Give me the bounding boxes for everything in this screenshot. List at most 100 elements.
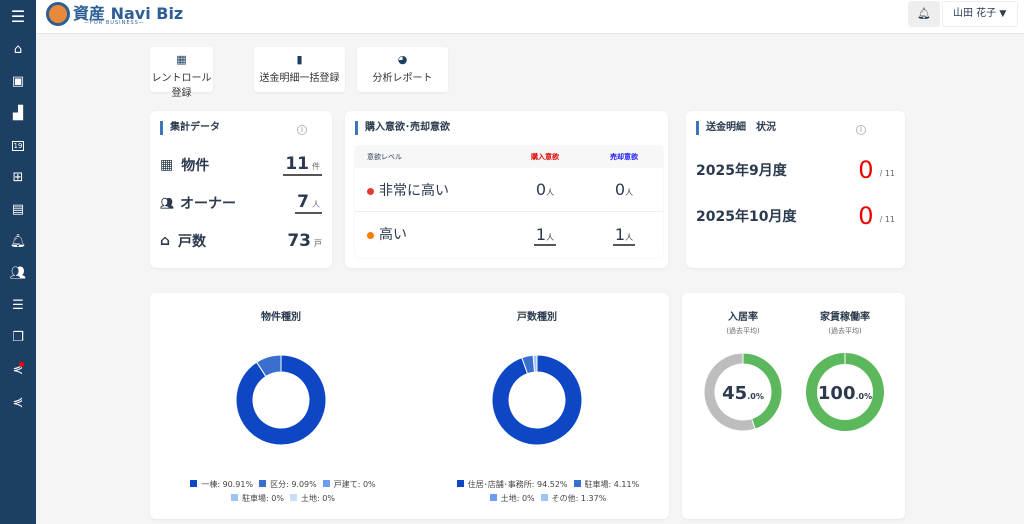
buy-count: 0 — [535, 180, 547, 199]
intent-card: 購入意欲･売却意欲 意欲レベル 購入意欲 売却意欲 非常に高い 0人 0人 高い… — [345, 111, 668, 268]
sell-count-link[interactable]: 1人 — [612, 224, 636, 246]
sidebar: ☰ ⌂ ▣ ▟ 19 ⊞ ▤ 🔔︎ 👥︎ ☰ ❐ ⋞ ⋞ — [0, 0, 36, 524]
period-label: 2025年9月度 — [696, 163, 787, 179]
remittance-status-card: 送金明細 状況 i 2025年9月度 0 / 11 2025年10月度 0 / 11 — [686, 111, 905, 268]
chart-title: 入居率 — [728, 312, 758, 323]
button-label: 分析レポート — [372, 73, 433, 84]
remit-total: / 11 — [879, 214, 895, 224]
legend-label: 一棟: 90.91% — [201, 480, 254, 489]
legend-label: 駐車場: 4.11% — [584, 480, 640, 489]
users-icon: 👥︎ — [160, 196, 174, 210]
bulk-remittance-register-button[interactable]: ▮ 送金明細一括登録 — [254, 47, 345, 92]
card-title: 購入意欲･売却意欲 — [355, 121, 450, 135]
message-icon[interactable]: ☰ — [0, 298, 36, 314]
intent-table: 意欲レベル 購入意欲 売却意欲 非常に高い 0人 0人 高い 1人 1人 — [355, 146, 663, 258]
legend-item[interactable]: その他: 1.37% — [535, 494, 607, 503]
buy-count-link[interactable]: 1人 — [533, 224, 557, 246]
sell-count: 1 — [614, 224, 626, 244]
home-icon[interactable]: ⌂ — [0, 42, 36, 58]
red-dot-icon — [367, 187, 374, 195]
level-label: 非常に高い — [379, 182, 449, 199]
unit: 人 — [625, 188, 634, 197]
legend-swatch — [290, 494, 297, 501]
chart-subtitle: (過去平均) — [726, 327, 760, 335]
legend-swatch — [456, 480, 464, 487]
row-value: 7 — [297, 192, 309, 212]
type-charts-card: 物件種別 戸数種別 一棟: 90.91% 区分: 9.09% 戸建て: 0% 駐車場:… — [150, 293, 669, 519]
bell-icon: 🔔︎ — [917, 7, 931, 20]
home-icon: ⌂ — [160, 233, 171, 249]
owners-link[interactable]: 7人 — [295, 192, 322, 214]
clipboard-add-icon[interactable]: ⊞ — [0, 170, 36, 186]
header: 資産 Navi Biz —FOR BUSINESS— 🔔︎ 山田 花子 ▼ — [36, 0, 1024, 34]
properties-link[interactable]: 11 件 — [283, 154, 322, 176]
legend-item[interactable]: 土地: 0% — [284, 494, 335, 503]
spreadsheet-icon: ▦ — [176, 53, 187, 66]
legend-item[interactable]: 住居･店舗･事務所: 94.52% — [451, 480, 568, 489]
header-buy: 購入意欲 — [531, 153, 559, 161]
card-title: 集計データ — [160, 121, 220, 135]
analysis-report-button[interactable]: ◕ 分析レポート — [357, 47, 448, 92]
row-label: 戸数 — [178, 234, 207, 250]
orange-dot-icon — [367, 232, 374, 239]
header-level: 意欲レベル — [367, 153, 402, 161]
period-label: 2025年10月度 — [696, 209, 797, 225]
building-icon: ▦ — [160, 157, 174, 173]
pie-chart-icon: ◕ — [397, 53, 408, 66]
buy-count: 1 — [535, 224, 547, 244]
notification-button[interactable]: 🔔︎ — [908, 1, 940, 27]
legend-item[interactable]: 区分: 9.09% — [253, 480, 317, 489]
card-title: 送金明細 状況 — [696, 121, 776, 135]
legend-label: その他: 1.37% — [551, 494, 607, 503]
legend-swatch — [259, 480, 267, 487]
legend-item[interactable]: 駐車場: 0% — [225, 494, 284, 503]
clipboard-icon[interactable]: ▤ — [0, 202, 36, 218]
summary-row-owners: 👥︎ オーナー 7 人 — [160, 191, 322, 215]
chart-title: 戸数種別 — [517, 312, 557, 323]
chart-title: 物件種別 — [261, 312, 301, 323]
user-menu[interactable]: 山田 花子 ▼ — [942, 1, 1018, 27]
info-icon[interactable]: i — [856, 125, 866, 135]
share-icon[interactable]: ⋞ — [0, 395, 36, 411]
calendar-day: 19 — [11, 141, 25, 151]
unit-type-donut — [492, 355, 582, 445]
legend-item[interactable]: 一棟: 90.91% — [184, 480, 253, 489]
building-icon[interactable]: ▟ — [0, 106, 36, 122]
legend-label: 住居･店舗･事務所: 94.52% — [467, 480, 568, 489]
rentroll-register-button[interactable]: ▦ レントロール登録 — [150, 47, 213, 99]
copy-icon[interactable]: ❐ — [0, 330, 36, 346]
row-unit: 人 — [312, 200, 320, 209]
bell-icon[interactable]: 🔔︎ — [0, 234, 36, 250]
users-icon[interactable]: 👥︎ — [0, 266, 36, 282]
logo-icon — [46, 2, 70, 26]
share-alert-icon[interactable]: ⋞ — [0, 362, 36, 378]
row-value: 73 — [287, 231, 311, 251]
remit-total: / 11 — [879, 168, 895, 178]
info-icon[interactable]: i — [297, 125, 307, 135]
chart-title: 家賃稼働率 — [820, 312, 870, 323]
calendar-icon[interactable]: 19 — [0, 138, 36, 154]
table-row: 高い 1人 1人 — [355, 212, 663, 256]
table-row: 非常に高い 0人 0人 — [355, 168, 663, 212]
row-unit: 戸 — [314, 239, 322, 248]
remit-count: 0 — [858, 156, 874, 184]
property-type-legend: 一棟: 90.91% 区分: 9.09% 戸建て: 0% 駐車場: 0% 土地: 0% — [160, 478, 400, 506]
legend-item[interactable]: 土地: 0% — [484, 494, 535, 503]
contact-icon[interactable]: ▣ — [0, 74, 36, 90]
chart-subtitle: (過去平均) — [828, 327, 862, 335]
remit-row: 2025年10月度 0 / 11 — [696, 202, 895, 230]
legend-item[interactable]: 戸建て: 0% — [317, 480, 376, 489]
table-header: 意欲レベル 購入意欲 売却意欲 — [355, 146, 663, 168]
file-add-icon: ▮ — [296, 53, 303, 66]
row-unit: 件 — [312, 162, 320, 171]
remit-count: 0 — [858, 202, 874, 230]
legend-swatch — [573, 480, 581, 487]
legend-item[interactable]: 駐車場: 4.11% — [568, 480, 640, 489]
row-label: オーナー — [179, 196, 236, 212]
caret-down-icon: ▼ — [999, 9, 1007, 19]
rate-charts-card: 入居率 家賃稼働率 (過去平均) (過去平均) 45.0% 100.0% — [682, 293, 905, 519]
menu-icon[interactable]: ☰ — [0, 9, 36, 25]
legend-swatch — [231, 494, 239, 501]
legend-label: 区分: 9.09% — [270, 480, 317, 489]
summary-row-units: ⌂ 戸数 73 戸 — [160, 229, 322, 253]
